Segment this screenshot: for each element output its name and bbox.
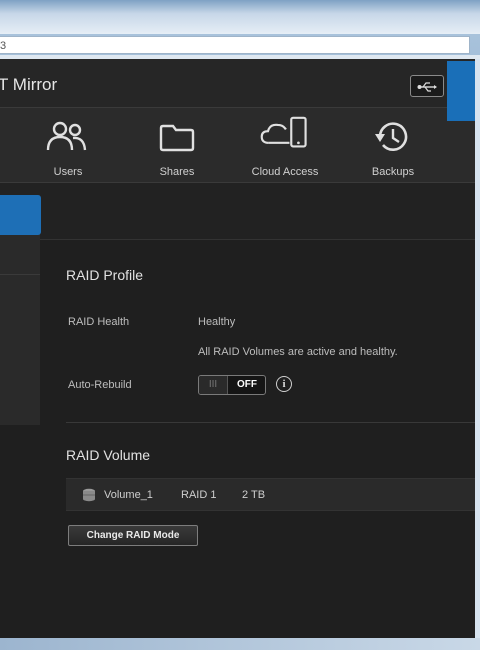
raid-health-label: RAID Health (68, 316, 130, 328)
history-icon (375, 122, 408, 151)
nav-shares[interactable]: Shares (147, 108, 207, 182)
address-bar[interactable]: 3 (0, 36, 470, 54)
app-header: T Mirror (0, 59, 475, 107)
usb-button[interactable] (410, 75, 444, 97)
address-text: 3 (0, 40, 7, 52)
toggle-state: OFF (237, 379, 257, 390)
raid-profile-title: RAID Profile (66, 267, 144, 283)
toggle-grip: III (199, 376, 228, 394)
nav-shares-label: Shares (159, 166, 195, 178)
raid-volume-title: RAID Volume (66, 447, 151, 463)
nav-users-label: Users (53, 166, 83, 178)
left-panel-selected-item[interactable] (0, 195, 41, 235)
folder-icon (159, 124, 195, 152)
nav-users[interactable]: Users (38, 108, 98, 182)
change-raid-mode-button[interactable]: Change RAID Mode (68, 525, 198, 546)
volume-raid-level: RAID 1 (181, 489, 217, 501)
volume-size: 2 TB (242, 489, 266, 501)
volume-name: Volume_1 (104, 489, 153, 501)
browser-titlebar (0, 0, 480, 34)
desktop-bottom (0, 638, 480, 650)
left-panel-item[interactable] (0, 240, 40, 275)
sub-header (0, 183, 475, 240)
nav-cloud-access-label: Cloud Access (251, 166, 319, 178)
info-icon[interactable]: i (276, 376, 292, 392)
nav-backups[interactable]: Backups (363, 108, 423, 182)
nav-cloud-access[interactable]: Cloud Access (245, 108, 325, 182)
users-icon (46, 121, 87, 151)
raid-health-value: Healthy (198, 316, 236, 328)
app-title: T Mirror (0, 75, 58, 94)
usb-icon (417, 82, 437, 92)
window-right-edge (475, 59, 480, 644)
raid-health-detail: All RAID Volumes are active and healthy. (198, 346, 398, 358)
cloud-device-icon (260, 116, 307, 148)
auto-rebuild-label: Auto-Rebuild (68, 379, 132, 391)
main-nav: Users Shares Cloud Access Backups (0, 107, 475, 183)
section-divider (66, 422, 475, 423)
disk-icon (83, 488, 95, 502)
nav-active-tab[interactable] (447, 61, 477, 121)
auto-rebuild-toggle[interactable]: III OFF (198, 375, 266, 395)
volume-row[interactable]: Volume_1 RAID 1 2 TB (66, 478, 475, 511)
nav-backups-label: Backups (371, 166, 415, 178)
